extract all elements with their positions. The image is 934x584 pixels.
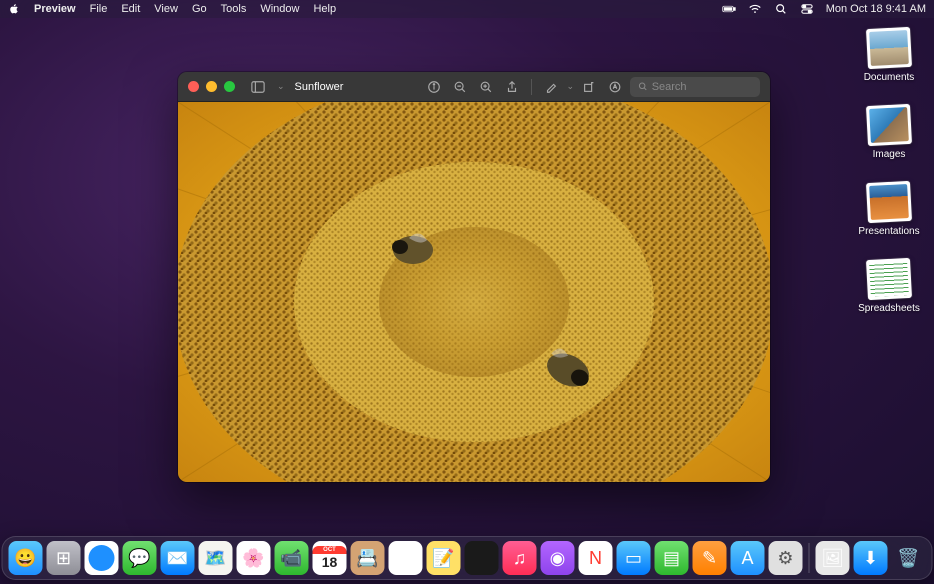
desktop-item-spreadsheets[interactable]: Spreadsheets bbox=[856, 259, 922, 314]
zoom-in-button[interactable] bbox=[475, 77, 497, 97]
spotlight-icon[interactable] bbox=[774, 3, 788, 15]
desktop-icons: Documents Images Presentations Spreadshe… bbox=[856, 28, 922, 314]
menubar: Preview File Edit View Go Tools Window H… bbox=[0, 0, 934, 18]
share-button[interactable] bbox=[501, 77, 523, 97]
menu-tools[interactable]: Tools bbox=[221, 3, 247, 15]
image-viewport[interactable] bbox=[178, 102, 770, 482]
window-titlebar[interactable]: ⌄ Sunflower ⌄ bbox=[178, 72, 770, 102]
spreadsheet-stack-icon bbox=[866, 258, 912, 300]
search-field[interactable] bbox=[630, 77, 760, 97]
dock-app-maps[interactable]: 🗺️ bbox=[199, 541, 233, 575]
fullscreen-button[interactable] bbox=[224, 81, 235, 92]
presentation-stack-icon bbox=[866, 181, 912, 223]
menu-edit[interactable]: Edit bbox=[121, 3, 140, 15]
dock-app-notes[interactable]: 📝 bbox=[427, 541, 461, 575]
dock-app-contacts[interactable]: 📇 bbox=[351, 541, 385, 575]
highlight-button[interactable] bbox=[540, 77, 562, 97]
control-center-icon[interactable] bbox=[800, 3, 814, 15]
dock-app-tv[interactable] bbox=[465, 541, 499, 575]
menu-window[interactable]: Window bbox=[260, 3, 299, 15]
image-stack-icon bbox=[866, 104, 912, 146]
document-stack-icon bbox=[866, 27, 912, 69]
menu-go[interactable]: Go bbox=[192, 3, 207, 15]
search-icon bbox=[638, 81, 648, 92]
dock-separator bbox=[809, 543, 810, 573]
dock-app-messages[interactable]: 💬 bbox=[123, 541, 157, 575]
search-input[interactable] bbox=[652, 81, 752, 93]
app-menu[interactable]: Preview bbox=[34, 3, 76, 15]
desktop-item-presentations[interactable]: Presentations bbox=[856, 182, 922, 237]
dock-app-calendar[interactable]: OCT18 bbox=[313, 541, 347, 575]
minimize-button[interactable] bbox=[206, 81, 217, 92]
chevron-down-icon[interactable]: ⌄ bbox=[566, 81, 574, 92]
rotate-button[interactable] bbox=[578, 77, 600, 97]
dock-app-system-preferences[interactable]: ⚙ bbox=[769, 541, 803, 575]
dock: 😀⊞ 💬✉️🗺️🌸📹OCT18📇☑📝 ♫◉N▭▤✎A⚙ 🖼⬇🗑️ bbox=[2, 536, 933, 580]
dock-app-photos[interactable]: 🌸 bbox=[237, 541, 271, 575]
dock-app-reminders[interactable]: ☑ bbox=[389, 541, 423, 575]
dock-app-numbers[interactable]: ▤ bbox=[655, 541, 689, 575]
menu-view[interactable]: View bbox=[154, 3, 178, 15]
dock-app-downloads[interactable]: ⬇ bbox=[854, 541, 888, 575]
preview-window: ⌄ Sunflower ⌄ bbox=[178, 72, 770, 482]
dock-app-music[interactable]: ♫ bbox=[503, 541, 537, 575]
wifi-icon[interactable] bbox=[748, 3, 762, 15]
sidebar-toggle-button[interactable] bbox=[247, 77, 269, 97]
dock-app-preview[interactable]: 🖼 bbox=[816, 541, 850, 575]
dock-app-podcasts[interactable]: ◉ bbox=[541, 541, 575, 575]
dock-app-facetime[interactable]: 📹 bbox=[275, 541, 309, 575]
zoom-out-button[interactable] bbox=[449, 77, 471, 97]
chevron-down-icon[interactable]: ⌄ bbox=[277, 81, 285, 92]
dock-app-keynote[interactable]: ▭ bbox=[617, 541, 651, 575]
dock-app-news[interactable]: N bbox=[579, 541, 613, 575]
desktop-item-documents[interactable]: Documents bbox=[856, 28, 922, 83]
clock[interactable]: Mon Oct 18 9:41 AM bbox=[826, 3, 926, 15]
info-button[interactable] bbox=[423, 77, 445, 97]
desktop-item-images[interactable]: Images bbox=[856, 105, 922, 160]
menu-file[interactable]: File bbox=[90, 3, 108, 15]
dock-app-finder[interactable]: 😀 bbox=[9, 541, 43, 575]
dock-app-launchpad[interactable]: ⊞ bbox=[47, 541, 81, 575]
dock-app-trash[interactable]: 🗑️ bbox=[892, 541, 926, 575]
dock-app-safari[interactable] bbox=[85, 541, 119, 575]
desktop-label: Spreadsheets bbox=[858, 303, 920, 314]
apple-menu-icon[interactable] bbox=[8, 3, 20, 15]
dock-app-app-store[interactable]: A bbox=[731, 541, 765, 575]
close-button[interactable] bbox=[188, 81, 199, 92]
dock-app-pages[interactable]: ✎ bbox=[693, 541, 727, 575]
desktop-label: Documents bbox=[864, 72, 915, 83]
battery-icon[interactable] bbox=[722, 3, 736, 15]
window-title: Sunflower bbox=[295, 81, 344, 93]
markup-button[interactable] bbox=[604, 77, 626, 97]
desktop-label: Presentations bbox=[858, 226, 919, 237]
menu-help[interactable]: Help bbox=[313, 3, 336, 15]
sunflower-image bbox=[178, 102, 770, 482]
desktop-label: Images bbox=[873, 149, 906, 160]
dock-app-mail[interactable]: ✉️ bbox=[161, 541, 195, 575]
